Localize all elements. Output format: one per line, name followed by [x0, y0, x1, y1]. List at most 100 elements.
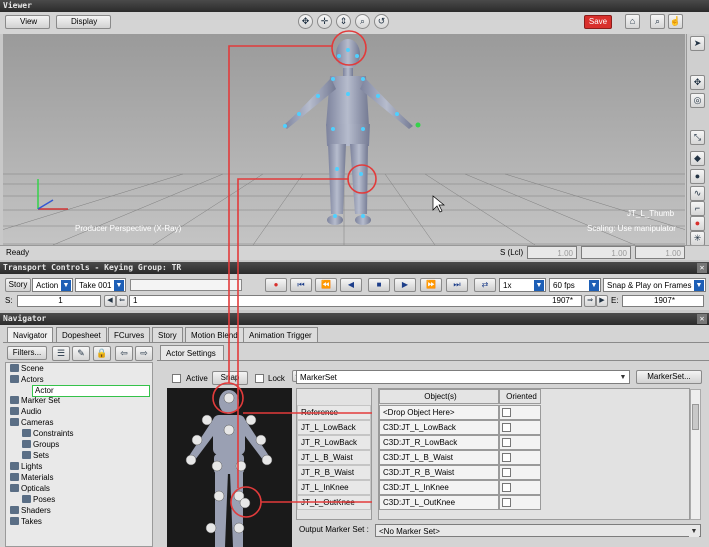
select-icon[interactable]: ➤ [690, 36, 705, 51]
orbit-icon[interactable]: ✥ [298, 14, 313, 29]
prev-frame-icon[interactable]: ◀ [104, 295, 116, 307]
tree-item-groups[interactable]: Groups [22, 440, 59, 450]
list-view-icon[interactable]: ☰ [52, 346, 70, 361]
tree-item-audio[interactable]: Audio [10, 407, 41, 417]
scale-y-field[interactable]: 1.00 [581, 246, 631, 259]
reset-view-icon[interactable]: ↺ [374, 14, 389, 29]
close-icon[interactable]: ✕ [697, 314, 707, 324]
scale-x-field[interactable]: 1.00 [527, 246, 577, 259]
tab-fcurves[interactable]: FCurves [108, 327, 151, 342]
hand-icon[interactable]: ☝ [668, 14, 683, 29]
start-frame-field[interactable]: 1 [17, 295, 101, 307]
tree-item-poses[interactable]: Poses [22, 495, 55, 505]
tree-item-cameras[interactable]: Cameras [10, 418, 53, 428]
goto-end-icon[interactable]: ⏭ [446, 278, 468, 292]
tab-motion-blend[interactable]: Motion Blend [185, 327, 244, 342]
sphere-icon[interactable]: ● [690, 169, 705, 184]
next-key-icon[interactable]: ⏩ [420, 278, 442, 292]
output-marker-set-dropdown[interactable]: <No Marker Set> ▼ [375, 524, 701, 537]
oriented-checkbox[interactable] [502, 468, 511, 477]
tree-item-actors[interactable]: Actors [10, 375, 44, 385]
marker-object-cell[interactable]: C3D:JT_L_InKnee [379, 480, 499, 495]
action-dropdown[interactable]: Action ▼ [32, 278, 73, 292]
play-icon[interactable]: ▶ [394, 278, 416, 292]
translate-icon[interactable]: ✥ [690, 75, 705, 90]
bone-icon[interactable]: ⌐ [690, 201, 705, 216]
tree-item-marker-set[interactable]: Marker Set [10, 396, 60, 406]
pin-icon[interactable]: ✎ [72, 346, 90, 361]
marker-object-cell[interactable]: C3D:JT_L_B_Waist [379, 450, 499, 465]
tab-navigator[interactable]: Navigator [7, 327, 54, 342]
next-frame-icon[interactable]: ▶ [596, 295, 608, 307]
tree-item-constraints[interactable]: Constraints [22, 429, 73, 439]
end-frame-field[interactable]: 1907* [622, 295, 704, 307]
oriented-checkbox[interactable] [502, 483, 511, 492]
tree-item-opticals[interactable]: Opticals [10, 484, 50, 494]
cube-icon[interactable]: ◆ [690, 151, 705, 166]
tree-item-takes[interactable]: Takes [10, 517, 42, 527]
pan-icon[interactable]: ✛ [317, 14, 332, 29]
snap-button[interactable]: Snap [212, 371, 248, 385]
record-icon[interactable]: ● [265, 278, 287, 292]
tab-animation-trigger[interactable]: Animation Trigger [243, 327, 318, 342]
step-back-icon[interactable]: ⇐ [116, 295, 128, 307]
take-dropdown[interactable]: Take 001 ▼ [75, 278, 126, 292]
layout-icon[interactable]: ⌂ [625, 14, 640, 29]
tree-item-sets[interactable]: Sets [22, 451, 49, 461]
active-checkbox[interactable] [172, 374, 181, 383]
filters-button[interactable]: Filters... [7, 346, 47, 360]
lock-icon[interactable]: 🔒 [93, 346, 111, 361]
scale-z-field[interactable]: 1.00 [635, 246, 685, 259]
oriented-checkbox[interactable] [502, 498, 511, 507]
loop-icon[interactable]: ⇄ [474, 278, 496, 292]
table-scrollbar[interactable] [690, 389, 701, 520]
marker-object-cell[interactable]: C3D:JT_L_LowBack [379, 420, 499, 435]
view-menu-button[interactable]: View [5, 15, 50, 29]
scale-icon[interactable]: ⤡ [690, 130, 705, 145]
prev-key-icon[interactable]: ⏪ [315, 278, 337, 292]
curve-icon[interactable]: ∿ [690, 186, 705, 201]
oriented-checkbox[interactable] [502, 438, 511, 447]
oriented-checkbox[interactable] [502, 423, 511, 432]
scrollbar-thumb[interactable] [692, 404, 699, 430]
back-arrow-icon[interactable]: ⇦ [115, 346, 133, 361]
story-button[interactable]: Story [5, 278, 31, 292]
forward-arrow-icon[interactable]: ⇨ [135, 346, 153, 361]
tab-dopesheet[interactable]: Dopesheet [56, 327, 107, 342]
play-reverse-icon[interactable]: ◀ [340, 278, 362, 292]
zoom-icon[interactable]: ⌕ [355, 14, 370, 29]
tab-actor-settings[interactable]: Actor Settings [160, 345, 224, 360]
markerset-button[interactable]: MarkerSet... [636, 370, 702, 384]
actor-preview[interactable] [167, 388, 292, 547]
marker-object-cell[interactable]: C3D:JT_R_LowBack [379, 435, 499, 450]
frame-ruler[interactable]: 1 1907* [129, 295, 582, 307]
step-forward-icon[interactable]: ⇒ [584, 295, 596, 307]
light-icon[interactable]: ✳ [690, 231, 705, 246]
stop-icon[interactable]: ■ [368, 278, 390, 292]
tab-story[interactable]: Story [152, 327, 183, 342]
marker-object-cell[interactable]: C3D:JT_L_OutKnee [379, 495, 499, 510]
marker-object-cell[interactable]: <Drop Object Here> [379, 405, 499, 420]
close-icon[interactable]: ✕ [697, 263, 707, 273]
fps-dropdown[interactable]: 60 fps ▼ [549, 278, 601, 292]
snap-dropdown[interactable]: Snap & Play on Frames ▼ [603, 278, 706, 292]
rotate-icon[interactable]: ◎ [690, 93, 705, 108]
speed-dropdown[interactable]: 1x ▼ [499, 278, 546, 292]
record-key-icon[interactable]: ● [690, 216, 705, 231]
save-button[interactable]: Save [584, 15, 612, 29]
lock-checkbox[interactable] [255, 374, 264, 383]
tree-item-materials[interactable]: Materials [10, 473, 53, 483]
3d-viewport[interactable]: Producer Perspective (X-Ray) JT_L_Thumb … [3, 34, 685, 245]
timeline-track[interactable] [130, 279, 242, 291]
dolly-icon[interactable]: ⇕ [336, 14, 351, 29]
display-menu-button[interactable]: Display [56, 15, 111, 29]
tree-item-scene[interactable]: Scene [10, 364, 44, 374]
oriented-checkbox[interactable] [502, 453, 511, 462]
markerset-dropdown[interactable]: MarkerSet ▼ [296, 370, 630, 384]
tree-item-shaders[interactable]: Shaders [10, 506, 51, 516]
goto-start-icon[interactable]: ⏮ [290, 278, 312, 292]
tree-item-lights[interactable]: Lights [10, 462, 42, 472]
search-icon[interactable]: ⌕ [650, 14, 665, 29]
oriented-checkbox[interactable] [502, 408, 511, 417]
marker-object-cell[interactable]: C3D:JT_R_B_Waist [379, 465, 499, 480]
